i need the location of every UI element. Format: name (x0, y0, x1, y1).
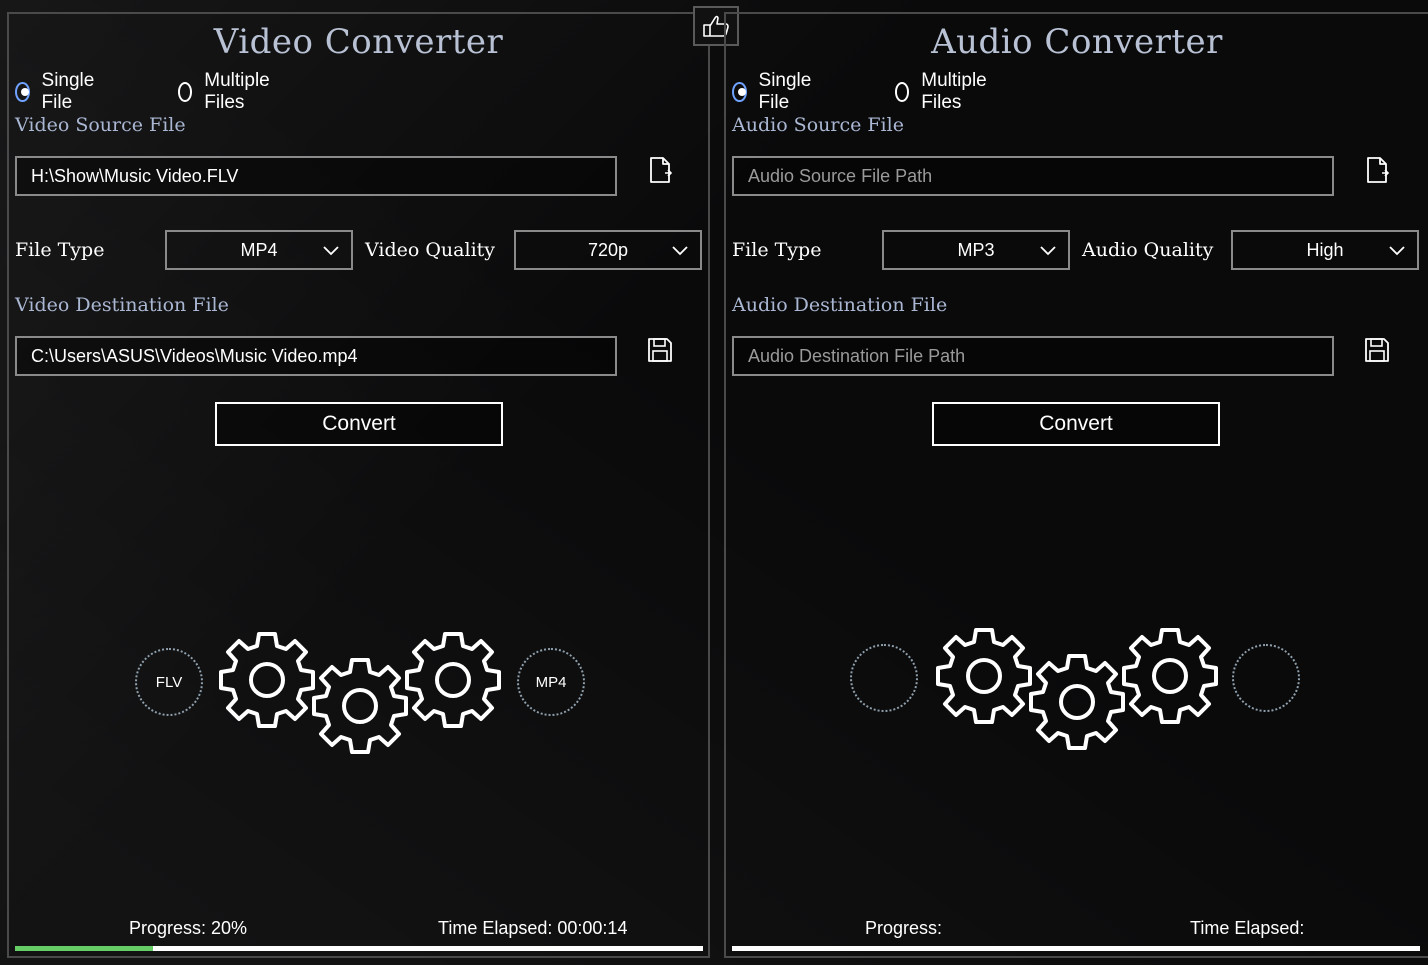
video-quality-select[interactable]: 720p (514, 230, 702, 270)
video-quality-label: Video Quality (365, 239, 496, 261)
chevron-down-icon (1040, 246, 1056, 256)
audio-progress-bar (732, 946, 1420, 951)
select-value: High (1306, 239, 1344, 260)
save-disk-icon[interactable] (645, 335, 675, 365)
chevron-down-icon (1389, 246, 1405, 256)
video-destination-input[interactable]: C:\Users\ASUS\Videos\Music Video.mp4 (15, 336, 617, 376)
video-file-type-label: File Type (15, 239, 105, 261)
gear-icon (1029, 654, 1125, 750)
video-converter-title: Video Converter (213, 22, 504, 62)
gear-icon (936, 628, 1032, 724)
video-multiple-files-radio[interactable]: Multiple Files (178, 70, 275, 114)
gear-icon (1122, 628, 1218, 724)
open-file-icon[interactable] (1362, 155, 1392, 185)
audio-destination-label: Audio Destination File (732, 294, 948, 316)
video-progress-fill (15, 946, 153, 951)
audio-destination-input[interactable]: Audio Destination File Path (732, 336, 1334, 376)
target-format-badge: MP4 (517, 648, 585, 716)
audio-quality-label: Audio Quality (1082, 239, 1214, 261)
select-value: 720p (587, 239, 629, 260)
audio-convert-button[interactable]: Convert (932, 402, 1220, 446)
audio-time-elapsed-text: Time Elapsed: (1190, 918, 1305, 938)
audio-file-type-label: File Type (732, 239, 822, 261)
video-source-label: Video Source File (15, 114, 186, 136)
radio-unselected-icon (178, 82, 193, 102)
radio-unselected-icon (895, 82, 910, 102)
video-source-input[interactable]: H:\Show\Music Video.FLV (15, 156, 617, 196)
audio-quality-select[interactable]: High (1231, 230, 1419, 270)
radio-label: Single File (41, 70, 95, 113)
radio-label: Multiple Files (204, 70, 270, 113)
video-destination-label: Video Destination File (15, 294, 229, 316)
audio-progress-text: Progress: (865, 918, 943, 938)
audio-converter-panel: Audio Converter Single File Multiple Fil… (724, 12, 1428, 958)
select-value: MP3 (957, 239, 995, 260)
chevron-down-icon (672, 246, 688, 256)
video-converter-panel: Video Converter Single File Multiple Fil… (7, 12, 710, 958)
gear-icon (312, 658, 408, 754)
radio-selected-icon (15, 82, 30, 102)
target-format-badge (1232, 644, 1300, 712)
source-format-badge (850, 644, 918, 712)
source-format-badge: FLV (135, 648, 203, 716)
open-file-icon[interactable] (645, 155, 675, 185)
audio-converter-title: Audio Converter (931, 22, 1223, 62)
gear-icon (405, 632, 501, 728)
select-value: MP4 (240, 239, 278, 260)
video-file-type-select[interactable]: MP4 (165, 230, 353, 270)
video-progress-bar (15, 946, 703, 951)
audio-file-type-select[interactable]: MP3 (882, 230, 1070, 270)
video-progress-text: Progress: 20% (129, 918, 248, 938)
save-disk-icon[interactable] (1362, 335, 1392, 365)
video-convert-button[interactable]: Convert (215, 402, 503, 446)
gear-icon (219, 632, 315, 728)
chevron-down-icon (323, 246, 339, 256)
audio-multiple-files-radio[interactable]: Multiple Files (895, 70, 992, 114)
video-time-elapsed-text: Time Elapsed: 00:00:14 (438, 918, 628, 938)
radio-label: Single File (758, 70, 812, 113)
video-single-file-radio[interactable]: Single File (15, 70, 100, 114)
audio-single-file-radio[interactable]: Single File (732, 70, 817, 114)
audio-source-label: Audio Source File (732, 114, 904, 136)
radio-selected-icon (732, 82, 747, 102)
gears-animation (219, 632, 501, 754)
radio-label: Multiple Files (921, 70, 987, 113)
gears-animation (936, 628, 1218, 750)
audio-source-input[interactable]: Audio Source File Path (732, 156, 1334, 196)
